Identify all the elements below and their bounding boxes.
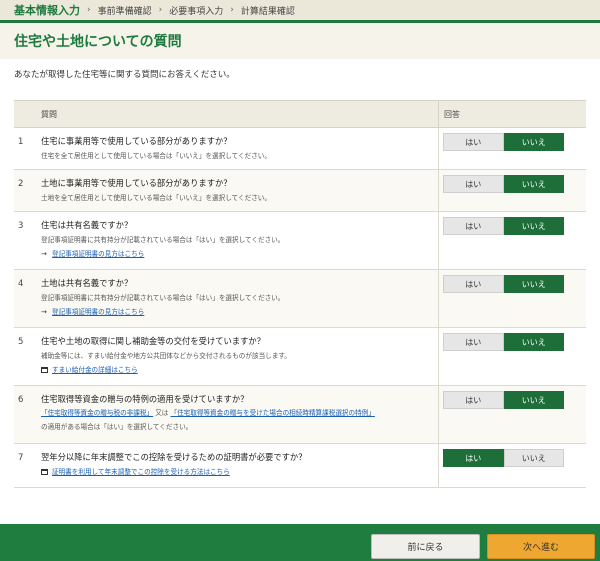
next-button[interactable]: 次へ進む — [487, 534, 595, 559]
chevron-right-icon: › — [158, 5, 163, 15]
table-row: 3 住宅は共有名義ですか？ 登記事項証明書に共有持分が記載されている場合は「はい… — [14, 212, 586, 270]
question-number: 2 — [18, 179, 24, 189]
registry-guide-link[interactable]: 登記事項証明書の見方はこちら — [52, 248, 144, 260]
no-button[interactable]: いいえ — [503, 391, 564, 409]
yes-button[interactable]: はい — [443, 275, 504, 293]
no-button[interactable]: いいえ — [503, 275, 564, 293]
question-text: 土地に事業用等で使用している部分がありますか？ — [41, 178, 232, 188]
gift-tax-exemption-link[interactable]: 「住宅取得等資金の贈与税の非課税」 — [41, 409, 153, 417]
subsidy-detail-link[interactable]: すまい給付金の詳細はこちら — [52, 364, 138, 376]
arrow-right-icon: → — [41, 308, 47, 316]
question-note: 土地を全て居住用として使用している場合は「いいえ」を選択してください。 — [41, 194, 271, 202]
no-button[interactable]: いいえ — [503, 217, 564, 235]
yes-no-toggle: はい いいえ — [443, 175, 564, 193]
yes-button[interactable]: はい — [443, 449, 504, 467]
question-note: 補助金等には、すまい給付金や地方公共団体などから交付されるものが該当します。 — [41, 352, 291, 360]
no-button[interactable]: いいえ — [503, 175, 564, 193]
question-number: 1 — [18, 137, 24, 147]
question-number: 5 — [18, 337, 24, 347]
registry-guide-link[interactable]: 登記事項証明書の見方はこちら — [52, 306, 144, 318]
no-button[interactable]: いいえ — [503, 333, 564, 351]
certificate-method-link[interactable]: 証明書を利用して年末調整でこの控除を受ける方法はこちら — [52, 466, 230, 478]
yes-no-toggle: はい いいえ — [443, 275, 564, 293]
chevron-right-icon: › — [87, 5, 91, 15]
settlement-taxation-link[interactable]: 「住宅取得等資金の贈与を受けた場合の相続時精算課税選択の特例」 — [171, 409, 375, 417]
yes-button[interactable]: はい — [443, 133, 504, 151]
question-note: 住宅を全て居住用として使用している場合は「いいえ」を選択してください。 — [41, 152, 271, 160]
table-header: 質問 回答 — [14, 101, 586, 128]
question-text: 土地は共有名義ですか？ — [41, 278, 133, 288]
question-text: 住宅取得等資金の贈与の特例の適用を受けていますか？ — [41, 394, 249, 404]
yes-no-toggle: はい いいえ — [443, 333, 564, 351]
no-button[interactable]: いいえ — [503, 133, 564, 151]
header-question: 質問 — [41, 109, 57, 119]
yes-no-toggle: はい いいえ — [443, 133, 564, 151]
breadcrumb: 基本情報入力 › 事前準備確認 › 必要事項入力 › 計算結果確認 — [0, 0, 600, 20]
table-row: 2 土地に事業用等で使用している部分がありますか？ 土地を全て居住用として使用し… — [14, 170, 586, 212]
chevron-right-icon: › — [230, 5, 234, 15]
question-text: 翌年分以降に年末調整でこの控除を受けるための証明書が必要ですか？ — [41, 452, 307, 462]
header-answer: 回答 — [438, 101, 586, 127]
question-table: 質問 回答 1 住宅に事業用等で使用している部分がありますか？ 住宅を全て居住用… — [14, 100, 586, 488]
breadcrumb-step: 事前準備確認 — [97, 6, 152, 17]
question-text: 住宅に事業用等で使用している部分がありますか？ — [41, 136, 232, 146]
question-note: 「住宅取得等資金の贈与税の非課税」 又は 「住宅取得等資金の贈与を受けた場合の相… — [41, 409, 375, 417]
question-note: 登記事項証明書に共有持分が記載されている場合は「はい」を選択してください。 — [41, 294, 285, 302]
yes-button[interactable]: はい — [443, 175, 504, 193]
table-row: 5 住宅や土地の取得に関し補助金等の交付を受けていますか？ 補助金等には、すまい… — [14, 328, 586, 386]
no-button[interactable]: いいえ — [503, 449, 564, 467]
question-text: 住宅や土地の取得に関し補助金等の交付を受けていますか？ — [41, 336, 266, 346]
table-row: 1 住宅に事業用等で使用している部分がありますか？ 住宅を全て居住用として使用し… — [14, 128, 586, 170]
breadcrumb-step: 必要事項入力 — [169, 6, 224, 17]
question-number: 7 — [18, 453, 24, 463]
yes-no-toggle: はい いいえ — [443, 217, 564, 235]
yes-no-toggle: はい いいえ — [443, 449, 564, 467]
arrow-right-icon: → — [41, 250, 47, 258]
question-note: 登記事項証明書に共有持分が記載されている場合は「はい」を選択してください。 — [41, 236, 285, 244]
back-button[interactable]: 前に戻る — [371, 534, 480, 559]
yes-no-toggle: はい いいえ — [443, 391, 564, 409]
yes-button[interactable]: はい — [443, 391, 504, 409]
table-row: 7 翌年分以降に年末調整でこの控除を受けるための証明書が必要ですか？ 証明書を利… — [14, 444, 586, 488]
question-number: 6 — [18, 395, 24, 405]
intro-text: あなたが取得した住宅等に関する質問にお答えください。 — [14, 70, 235, 80]
breadcrumb-current: 基本情報入力 — [14, 4, 80, 17]
external-window-icon — [41, 469, 48, 475]
yes-button[interactable]: はい — [443, 217, 504, 235]
question-text: 住宅は共有名義ですか？ — [41, 220, 133, 230]
table-row: 4 土地は共有名義ですか？ 登記事項証明書に共有持分が記載されている場合は「はい… — [14, 270, 586, 328]
page-title: 住宅や土地についての質問 — [14, 34, 182, 50]
breadcrumb-step: 計算結果確認 — [240, 6, 295, 17]
question-number: 4 — [18, 279, 24, 289]
external-window-icon — [41, 367, 48, 373]
question-number: 3 — [18, 221, 24, 231]
title-bar: 住宅や土地についての質問 — [0, 23, 600, 59]
table-row: 6 住宅取得等資金の贈与の特例の適用を受けていますか？ 「住宅取得等資金の贈与税… — [14, 386, 586, 444]
yes-button[interactable]: はい — [443, 333, 504, 351]
